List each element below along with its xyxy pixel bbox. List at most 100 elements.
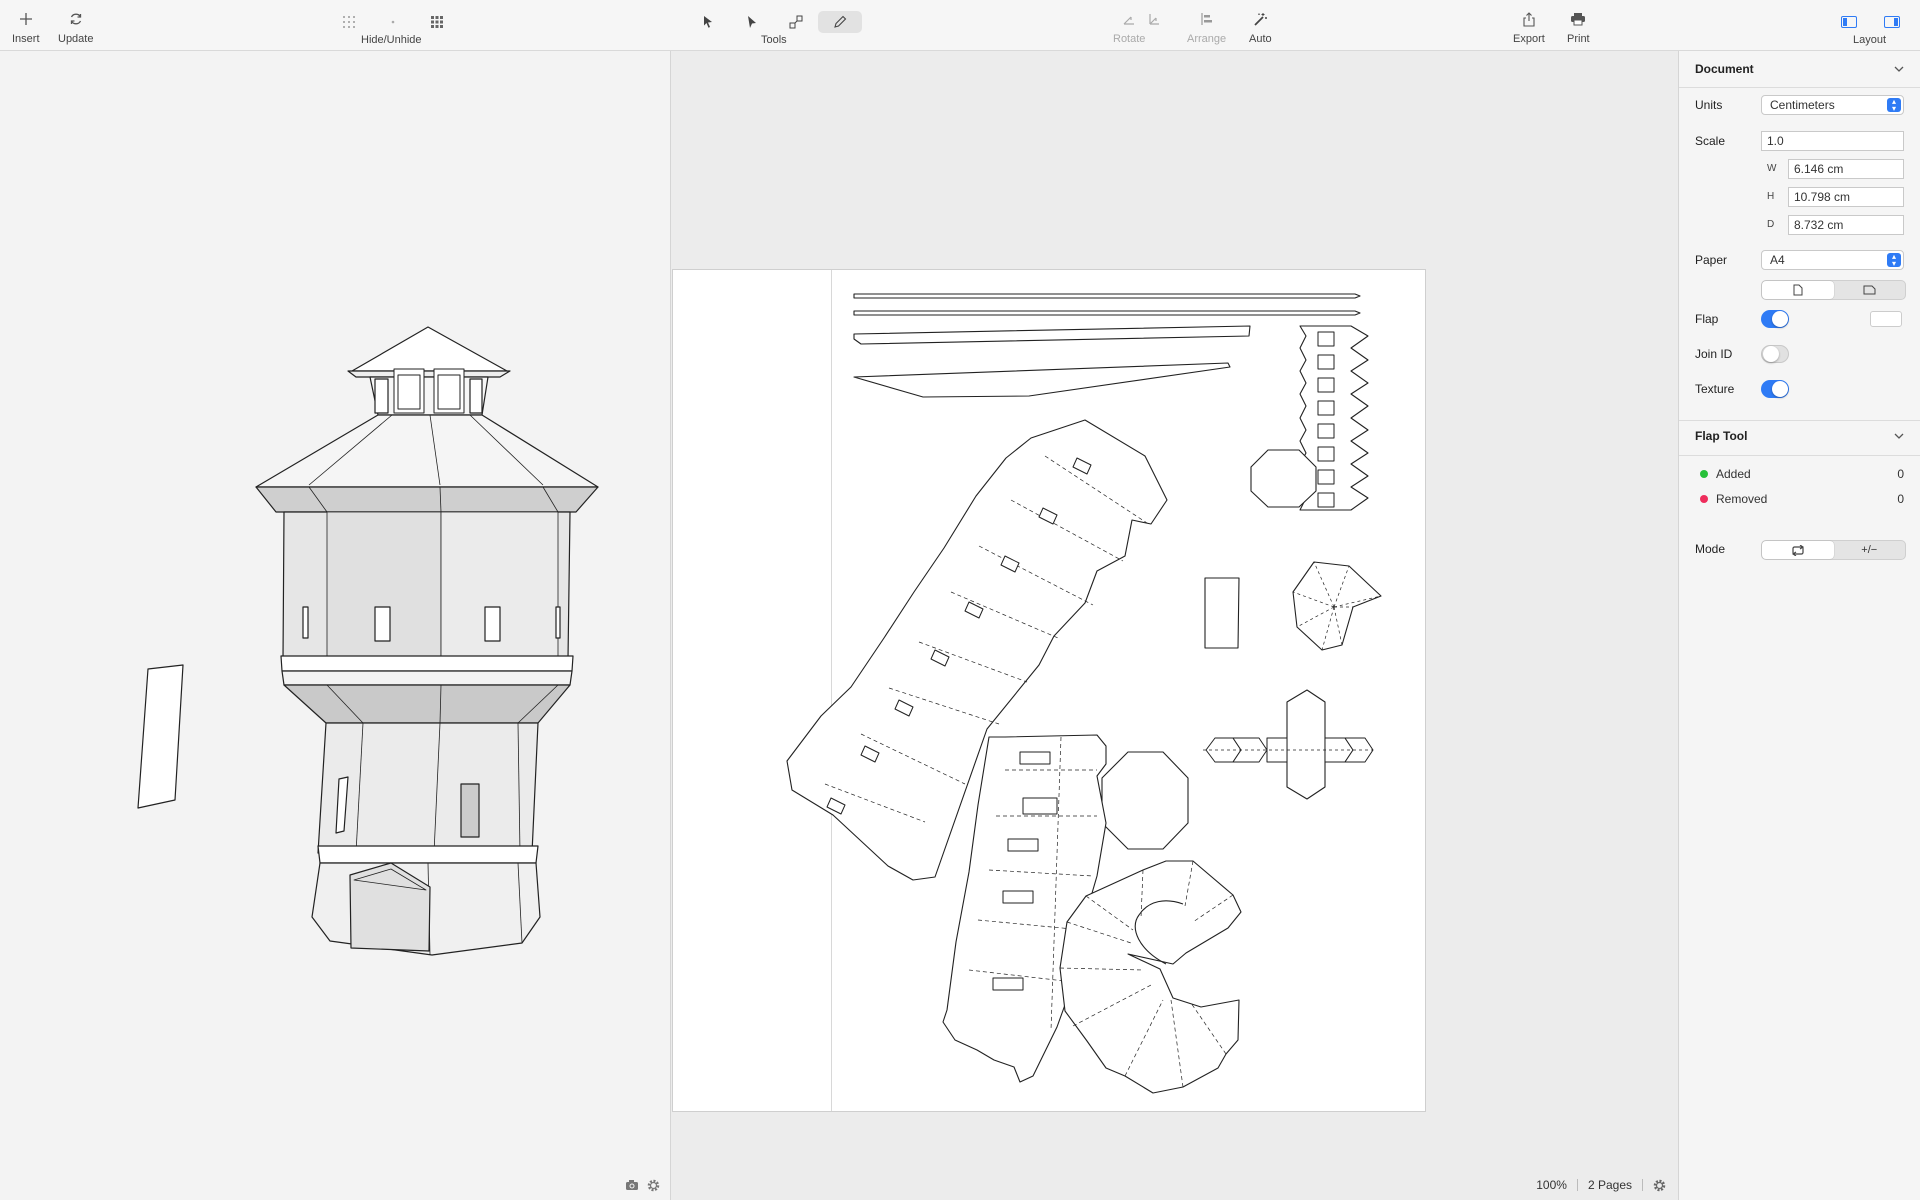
- chevron-down-icon[interactable]: [1894, 66, 1904, 72]
- landscape-page-icon: [1863, 285, 1876, 295]
- width-field[interactable]: 6.146 cm: [1788, 159, 1904, 179]
- paper-popup[interactable]: A4 ▴ ▾: [1761, 250, 1904, 270]
- pattern-octagon-small[interactable]: [1250, 449, 1317, 508]
- chevron-down-icon[interactable]: [1894, 433, 1904, 439]
- pattern-ring-base[interactable]: [1059, 860, 1242, 1094]
- swap-icon: [1791, 544, 1804, 556]
- pattern-lantern-strip[interactable]: [1203, 689, 1374, 800]
- paper-value: A4: [1770, 253, 1785, 267]
- detached-part[interactable]: [137, 664, 184, 809]
- water-tower-3d-model[interactable]: [0, 51, 671, 1200]
- 2d-layout-view[interactable]: 100% 2 Pages: [671, 51, 1678, 1200]
- arrange-button[interactable]: Arrange: [1187, 8, 1226, 45]
- rotate-flip-button[interactable]: [1144, 8, 1161, 30]
- toggle-left-panel-button[interactable]: [1837, 11, 1861, 33]
- insert-button[interactable]: Insert: [12, 8, 40, 45]
- units-popup[interactable]: Centimeters ▴ ▾: [1761, 95, 1904, 115]
- divider: [1679, 455, 1920, 456]
- mode-segmented-control[interactable]: +/−: [1761, 540, 1906, 560]
- flap-tool-section-header[interactable]: Flap Tool: [1679, 421, 1920, 451]
- magic-wand-icon: [1252, 8, 1268, 30]
- scale-field[interactable]: 1.0: [1761, 131, 1904, 151]
- flap-toggle[interactable]: [1761, 310, 1789, 328]
- scale-label: Scale: [1695, 134, 1726, 148]
- 3d-model-view[interactable]: [0, 51, 671, 1200]
- orientation-segmented-control[interactable]: [1761, 280, 1906, 300]
- d-label: D: [1767, 219, 1775, 230]
- pattern-octagon-large[interactable]: [1101, 751, 1189, 850]
- print-button[interactable]: Print: [1567, 8, 1590, 45]
- auto-button[interactable]: Auto: [1249, 8, 1272, 45]
- height-value: 10.798 cm: [1794, 190, 1851, 204]
- single-dot-icon: [391, 20, 395, 24]
- zoom-level[interactable]: 100%: [1536, 1178, 1567, 1192]
- rotate-label: Rotate: [1113, 33, 1146, 45]
- sidebar-left-icon: [1841, 16, 1857, 28]
- settings-gear-icon[interactable]: [1653, 1179, 1666, 1192]
- unfolded-pattern[interactable]: [673, 270, 1427, 1113]
- select-tool-button[interactable]: [696, 11, 720, 33]
- mode-label: Mode: [1695, 542, 1726, 556]
- arrow-pointer-icon: [704, 16, 712, 28]
- document-section-header[interactable]: Document: [1679, 54, 1920, 84]
- scale-icon: [789, 15, 803, 29]
- texture-toggle[interactable]: [1761, 380, 1789, 398]
- texture-label: Texture: [1695, 382, 1735, 396]
- flap-tool-title: Flap Tool: [1695, 429, 1748, 443]
- status-divider: [1642, 1179, 1643, 1191]
- print-label: Print: [1567, 33, 1590, 45]
- landscape-option[interactable]: [1834, 281, 1906, 299]
- added-dot: [1700, 470, 1708, 478]
- removed-row: Removed 0: [1695, 489, 1904, 509]
- document-title: Document: [1695, 62, 1754, 76]
- hide-unhide-label: Hide/Unhide: [361, 34, 422, 46]
- rotate-flip-icon: [1147, 8, 1161, 30]
- up-down-arrows-icon: ▴ ▾: [1887, 253, 1901, 268]
- update-button[interactable]: Update: [58, 8, 93, 45]
- toggle-right-panel-button[interactable]: [1880, 11, 1904, 33]
- height-field[interactable]: 10.798 cm: [1788, 187, 1904, 207]
- hide-selected-button[interactable]: [337, 11, 361, 33]
- join-id-label: Join ID: [1695, 347, 1733, 361]
- rotate-button[interactable]: Rotate: [1113, 8, 1145, 45]
- direct-select-tool-button[interactable]: [740, 11, 764, 33]
- pattern-door-panel[interactable]: [1204, 577, 1240, 649]
- mode-toggle-option[interactable]: [1762, 541, 1834, 559]
- sidebar-right-icon: [1884, 16, 1900, 28]
- unhide-all-button[interactable]: [425, 11, 449, 33]
- arrange-label: Arrange: [1187, 33, 1227, 45]
- pencil-tool-button[interactable]: [818, 11, 862, 33]
- paper-page[interactable]: [672, 269, 1426, 1112]
- pattern-strip[interactable]: [853, 293, 1361, 299]
- gear-icon[interactable]: [647, 1179, 660, 1192]
- pattern-strip[interactable]: [853, 310, 1361, 316]
- camera-icon[interactable]: [625, 1179, 639, 1191]
- pattern-roof-cap[interactable]: [1292, 561, 1382, 651]
- pencil-icon: [834, 15, 847, 28]
- join-id-toggle[interactable]: [1761, 345, 1789, 363]
- removed-label: Removed: [1716, 492, 1768, 506]
- flap-color-well[interactable]: [1870, 311, 1902, 327]
- export-button[interactable]: Export: [1513, 8, 1545, 45]
- hide-others-button[interactable]: [381, 11, 405, 33]
- export-label: Export: [1513, 33, 1545, 45]
- auto-label: Auto: [1249, 33, 1272, 45]
- grid-icon: [431, 16, 443, 28]
- paper-label: Paper: [1695, 253, 1728, 267]
- printer-icon: [1570, 8, 1586, 30]
- pattern-strip[interactable]: [853, 362, 1231, 398]
- transform-tool-button[interactable]: [784, 11, 808, 33]
- portrait-option[interactable]: [1762, 281, 1834, 299]
- texture-row: Texture: [1695, 379, 1904, 399]
- plus-icon: [19, 8, 33, 30]
- page-count[interactable]: 2 Pages: [1588, 1178, 1632, 1192]
- added-row: Added 0: [1695, 464, 1904, 484]
- depth-field[interactable]: 8.732 cm: [1788, 215, 1904, 235]
- mode-add-remove-option[interactable]: +/−: [1834, 541, 1906, 559]
- pattern-strip[interactable]: [853, 325, 1251, 345]
- portrait-page-icon: [1793, 284, 1803, 296]
- mode-add-remove-label: +/−: [1861, 544, 1878, 556]
- added-count: 0: [1897, 467, 1904, 481]
- refresh-icon: [69, 8, 83, 30]
- w-label: W: [1767, 163, 1777, 174]
